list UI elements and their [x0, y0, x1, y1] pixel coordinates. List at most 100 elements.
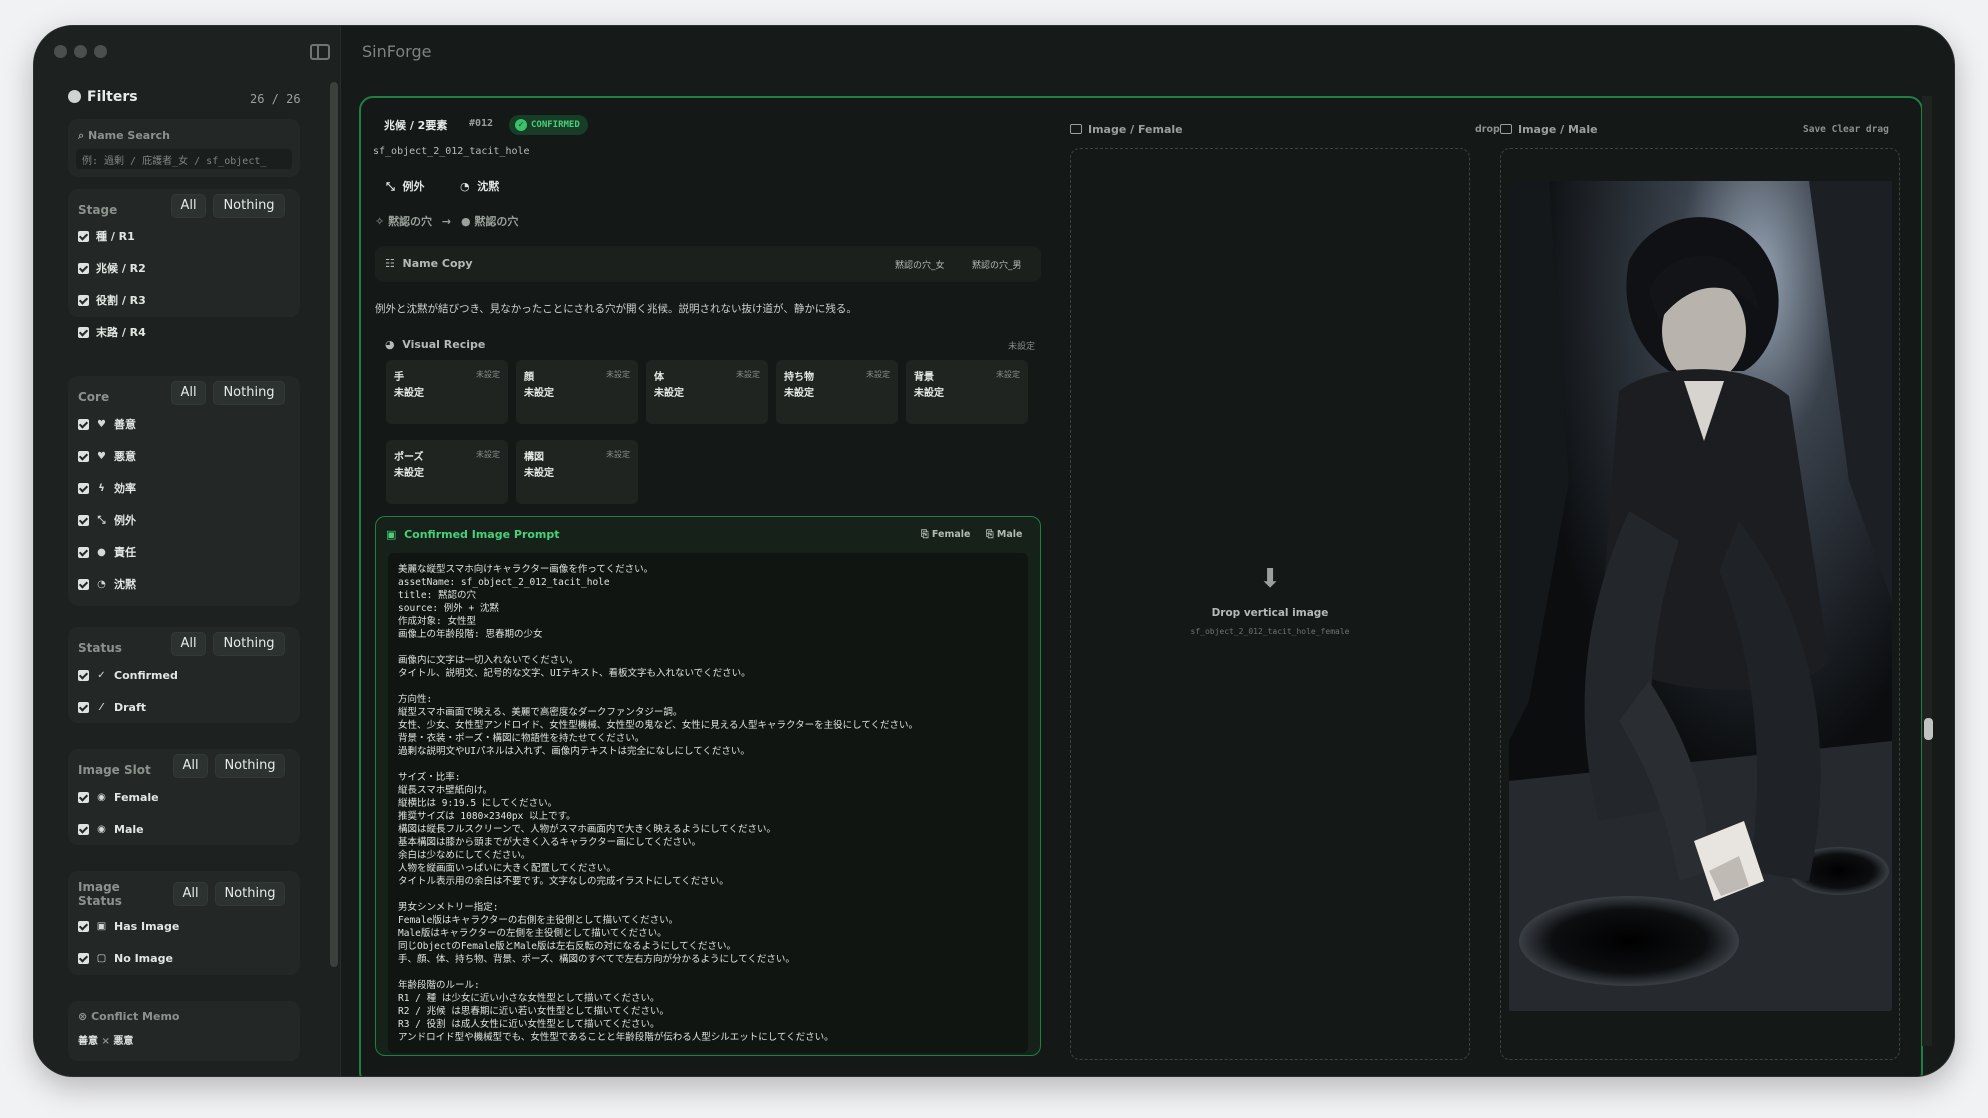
sidebar-toggle-icon[interactable] [310, 44, 330, 60]
filters-title: Filters [68, 89, 138, 105]
recipe-cell[interactable]: 体未設定 未設定 [646, 360, 768, 424]
core-efficiency-checkbox[interactable]: ϟ 効率 [78, 480, 136, 496]
image-status-panel: Image Status All Nothing ▣ Has Image ▢ No I… [68, 871, 300, 975]
copy-female-name-button[interactable]: 黙認の穴_女 [895, 258, 945, 271]
recipe-cell[interactable]: 構図 未設定 未設定 [516, 440, 638, 504]
app-window: Filters 26 / 26 ⌕ Name Search 例: 過剰 / 庇護… [33, 25, 1955, 1077]
heart-icon: ♥ [97, 418, 106, 430]
female-drop-action[interactable]: drop [1475, 124, 1500, 135]
image-slot-label: Image Slot [78, 763, 151, 777]
status-nothing-button[interactable]: Nothing [213, 632, 285, 656]
visual-recipe-label: ◕ Visual Recipe [385, 338, 486, 351]
zoom-window-button[interactable] [94, 45, 107, 58]
status-panel: Status All Nothing ✓ Confirmed ⁄ Draft [68, 627, 300, 723]
image-icon [1500, 124, 1512, 134]
core-exception-checkbox[interactable]: ⤡ 例外 [78, 512, 136, 528]
image-icon [1070, 124, 1082, 134]
broken-heart-icon: ♥ [97, 450, 106, 462]
close-circle-icon: ⊗ [78, 1010, 88, 1023]
stage-all-button[interactable]: All [171, 194, 206, 218]
recipe-cell[interactable]: 顔未設定 未設定 [516, 360, 638, 424]
core-label: Core [78, 390, 110, 404]
status-confirmed-checkbox[interactable]: ✓ Confirmed [78, 667, 178, 683]
stage-r1-checkbox[interactable]: 種 / R1 [78, 228, 135, 244]
recipe-cell[interactable]: 背景 未設定 未設定 [906, 360, 1028, 424]
exception-icon: ⤡ [386, 180, 395, 193]
male-character-image[interactable] [1509, 181, 1892, 1011]
status-badge: CONFIRMED [509, 115, 588, 135]
lightning-icon: ϟ [98, 482, 105, 494]
name-copy-card: ☷ Name Copy 黙認の穴_女 黙認の穴_男 [375, 246, 1041, 282]
asset-name: sf_object_2_012_tacit_hole [373, 146, 530, 157]
tag-exception[interactable]: ⤡ 例外 [386, 178, 424, 194]
image-slot-panel: Image Slot All Nothing ◉ Female ◉ Male [68, 749, 300, 845]
transform-chain: ✧ 黙認の穴 → ● 黙認の穴 [375, 215, 519, 228]
close-window-button[interactable] [54, 45, 67, 58]
filter-count: 26 / 26 [250, 92, 301, 106]
main-scrollbar-track [1922, 96, 1932, 1046]
exception-icon: ⤡ [97, 514, 106, 526]
image-slot-nothing-button[interactable]: Nothing [215, 754, 285, 778]
app-title: SinForge [362, 42, 432, 61]
core-nothing-button[interactable]: Nothing [213, 381, 285, 405]
status-all-button[interactable]: All [171, 632, 206, 656]
conflict-memo-title: ⊗ Conflict Memo [78, 1010, 180, 1023]
copy-male-prompt-button[interactable]: ⎘ Male [986, 529, 1023, 540]
female-image-header: Image / Female [1070, 123, 1183, 136]
female-drop-zone[interactable]: ⬇ Drop vertical image sf_object_2_012_ta… [1070, 148, 1470, 1060]
slot-female-checkbox[interactable]: ◉ Female [78, 789, 159, 805]
pencil-icon: ⁄ [100, 701, 103, 713]
flame-icon: ● [460, 215, 471, 228]
recipe-cell[interactable]: 持ち物 未設定 未設定 [776, 360, 898, 424]
no-image-checkbox[interactable]: ▢ No Image [78, 950, 173, 966]
stage-nothing-button[interactable]: Nothing [213, 194, 285, 218]
stage-label: Stage [78, 203, 118, 217]
filter-icon [68, 90, 81, 103]
minimize-window-button[interactable] [74, 45, 87, 58]
core-all-button[interactable]: All [171, 381, 206, 405]
stage-r3-checkbox[interactable]: 役割 / R3 [78, 292, 146, 308]
recipe-cell[interactable]: ポーズ 未設定 未設定 [386, 440, 508, 504]
sparkle-icon: ✧ [375, 215, 385, 228]
description: 例外と沈黙が結びつき、見なかったことにされる穴が開く兆候。説明されない抜け道が、… [375, 303, 857, 315]
image-status-all-button[interactable]: All [173, 882, 208, 906]
copy-icon: ⎘ [921, 529, 929, 540]
record-id: #012 [469, 118, 494, 129]
stage-panel: Stage All Nothing 種 / R1 兆候 / R2 役割 / R3… [68, 189, 300, 339]
copy-icon: ⎘ [986, 529, 994, 540]
user-icon: ◉ [97, 791, 106, 803]
sidebar-scrollbar[interactable] [330, 82, 338, 967]
status-draft-checkbox[interactable]: ⁄ Draft [78, 699, 146, 715]
stage-r2-checkbox[interactable]: 兆候 / R2 [78, 260, 146, 276]
search-icon: ⌕ [78, 129, 85, 142]
download-icon: ⬇ [1259, 564, 1281, 594]
image-icon: ▣ [96, 920, 107, 932]
confirmed-prompt-card: ▣ Confirmed Image Prompt ⎘ Female ⎘ Male… [375, 516, 1041, 1056]
conflict-memo-pair: 善意 × 悪意 [78, 1036, 134, 1047]
slot-male-checkbox[interactable]: ◉ Male [78, 821, 144, 837]
copy-male-name-button[interactable]: 黙認の穴_男 [972, 258, 1022, 271]
image-slot-all-button[interactable]: All [173, 754, 208, 778]
core-responsibility-checkbox[interactable]: ● 責任 [78, 544, 136, 560]
prompt-title: ▣ Confirmed Image Prompt [386, 528, 560, 541]
arrow-right-icon: → [441, 215, 452, 228]
main-scrollbar-thumb[interactable] [1924, 718, 1933, 740]
core-malice-checkbox[interactable]: ♥ 悪意 [78, 448, 136, 464]
prompt-text[interactable]: 美麗な縦型スマホ向けキャラクター画像を作ってください。 assetName: s… [388, 553, 1028, 1053]
check-circle-icon: ✓ [97, 669, 106, 681]
core-goodwill-checkbox[interactable]: ♥ 善意 [78, 416, 136, 432]
has-image-checkbox[interactable]: ▣ Has Image [78, 918, 179, 934]
status-label: Status [78, 641, 122, 655]
image-icon: ▢ [96, 952, 107, 964]
name-search-label: ⌕ Name Search [78, 129, 170, 142]
character-illustration [1509, 181, 1892, 1011]
person-icon: ● [97, 546, 106, 558]
image-status-nothing-button[interactable]: Nothing [215, 882, 285, 906]
copy-female-prompt-button[interactable]: ⎘ Female [921, 529, 970, 540]
core-silence-checkbox[interactable]: ◔ 沈黙 [78, 576, 136, 592]
male-image-actions[interactable]: Save Clear drag [1803, 124, 1889, 135]
stage-r4-checkbox[interactable]: 末路 / R4 [78, 324, 146, 340]
name-search-input[interactable]: 例: 過剰 / 庇護者_女 / sf_object_ [76, 149, 292, 169]
recipe-cell[interactable]: 手未設定 未設定 [386, 360, 508, 424]
tag-silence[interactable]: ◔ 沈黙 [460, 178, 499, 194]
